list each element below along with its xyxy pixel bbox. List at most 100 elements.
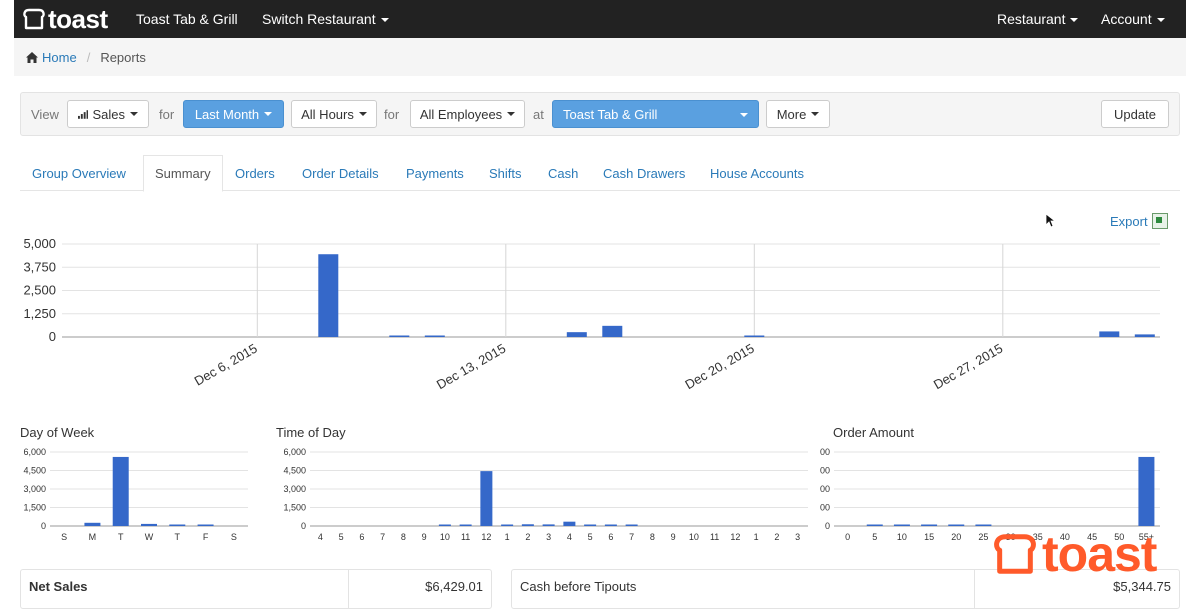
more-dropdown[interactable]: More	[766, 100, 830, 128]
chevron-down-icon	[740, 113, 748, 117]
y-tick-label: 6,000	[23, 447, 46, 457]
update-button[interactable]: Update	[1101, 100, 1169, 128]
chevron-down-icon	[1156, 18, 1165, 23]
mouse-cursor-icon	[1046, 214, 1056, 228]
y-tick-label: 4,500	[23, 466, 46, 476]
tab-summary[interactable]: Summary	[143, 155, 223, 192]
period-dropdown[interactable]: Last Month	[183, 100, 284, 128]
switch-restaurant-menu[interactable]: Switch Restaurant	[262, 11, 389, 27]
bar	[563, 521, 576, 526]
bar	[169, 524, 186, 526]
x-tick-label: S	[61, 532, 67, 542]
y-tick-label: 4,500	[820, 466, 830, 476]
report-tabs: Group Overview Summary Orders Order Deta…	[20, 155, 1180, 192]
employees-value: All Employees	[419, 106, 503, 122]
x-tick-label: M	[89, 532, 97, 542]
at-text: at	[533, 106, 544, 122]
tab-group-overview[interactable]: Group Overview	[32, 155, 126, 191]
y-tick-label: 0	[49, 329, 56, 344]
y-tick-label: 4,500	[283, 466, 306, 476]
employees-dropdown[interactable]: All Employees	[410, 100, 525, 128]
view-dropdown[interactable]: Sales	[67, 100, 149, 128]
x-tick-label: T	[118, 532, 124, 542]
chevron-down-icon	[358, 112, 367, 116]
bar	[480, 471, 493, 526]
bar	[584, 524, 597, 526]
chevron-down-icon	[264, 112, 273, 116]
y-tick-label: 1,250	[23, 306, 56, 321]
bar	[459, 524, 472, 526]
more-label: More	[776, 106, 807, 122]
bar	[141, 523, 157, 526]
bar	[542, 524, 555, 526]
x-tick-label: 12	[481, 532, 491, 542]
card-divider	[974, 570, 975, 608]
bar	[893, 524, 910, 526]
x-tick-label: T	[175, 532, 181, 542]
x-tick-label: S	[231, 532, 237, 542]
y-tick-label: 3,000	[23, 484, 46, 494]
tab-cash-drawers[interactable]: Cash Drawers	[603, 155, 685, 191]
restaurant-name-link[interactable]: Toast Tab & Grill	[136, 11, 238, 27]
bar	[744, 335, 765, 337]
bar	[1134, 334, 1155, 337]
hours-dropdown[interactable]: All Hours	[291, 100, 377, 128]
export-label: Export	[1110, 213, 1148, 229]
y-tick-label: 3,750	[23, 259, 56, 274]
chevron-down-icon	[1070, 18, 1079, 23]
y-tick-label: 1,500	[820, 503, 830, 513]
tab-orders[interactable]: Orders	[235, 155, 275, 191]
bar	[566, 332, 587, 337]
bar	[1138, 456, 1155, 526]
restaurant-menu[interactable]: Restaurant	[997, 11, 1079, 27]
x-tick-label: Dec 6, 2015	[192, 341, 260, 389]
bar	[921, 524, 938, 526]
x-tick-label: 2	[774, 532, 779, 542]
x-tick-label: 7	[380, 532, 385, 542]
hours-value: All Hours	[301, 106, 354, 122]
for-text: for	[159, 106, 175, 122]
breadcrumb-separator: /	[86, 49, 91, 65]
tab-cash[interactable]: Cash	[548, 155, 578, 191]
bar	[197, 524, 214, 526]
breadcrumb: Home / Reports	[14, 38, 1186, 76]
export-link[interactable]: Export	[1110, 213, 1168, 229]
x-tick-label: 6	[359, 532, 364, 542]
y-tick-label: 3,000	[820, 484, 830, 494]
tab-house-accounts[interactable]: House Accounts	[710, 155, 804, 191]
bar-chart-icon	[78, 109, 89, 119]
location-value: Toast Tab & Grill	[563, 106, 658, 122]
x-tick-label: 7	[629, 532, 634, 542]
tab-shifts[interactable]: Shifts	[489, 155, 522, 191]
x-tick-label: 1	[505, 532, 510, 542]
tab-payments[interactable]: Payments	[406, 155, 464, 191]
bar	[389, 335, 410, 337]
account-menu[interactable]: Account	[1101, 11, 1165, 27]
x-tick-label: 9	[422, 532, 427, 542]
x-tick-label: 4	[318, 532, 323, 542]
x-tick-label: 11	[461, 532, 470, 542]
y-tick-label: 5,000	[23, 236, 56, 251]
day-of-week-title: Day of Week	[20, 425, 95, 440]
bar	[1099, 331, 1120, 337]
location-select[interactable]: Toast Tab & Grill	[552, 100, 759, 128]
toast-logo[interactable]: toast	[22, 4, 108, 34]
bar	[112, 456, 129, 526]
toast-bread-icon	[23, 8, 45, 30]
top-navbar: toast Toast Tab & Grill Switch Restauran…	[14, 0, 1186, 38]
x-tick-label: 10	[440, 532, 450, 542]
home-icon	[26, 51, 38, 63]
tab-order-details[interactable]: Order Details	[302, 155, 379, 191]
chevron-down-icon	[811, 112, 820, 116]
x-tick-label: 8	[650, 532, 655, 542]
y-tick-label: 6,000	[283, 447, 306, 457]
x-tick-label: 15	[924, 532, 934, 542]
time-of-day-chart: 01,5003,0004,5006,0004 5 6 7 8 9 10 11 12 1 2 3 4 5 6 7…	[283, 447, 808, 542]
breadcrumb-home[interactable]: Home	[26, 50, 77, 65]
y-tick-label: 2,500	[23, 283, 56, 298]
chevron-down-icon	[507, 112, 516, 116]
view-text: View	[31, 106, 59, 122]
switch-restaurant-label: Switch Restaurant	[262, 11, 376, 27]
y-tick-label: 1,500	[283, 503, 306, 513]
y-tick-label: 0	[41, 521, 46, 531]
